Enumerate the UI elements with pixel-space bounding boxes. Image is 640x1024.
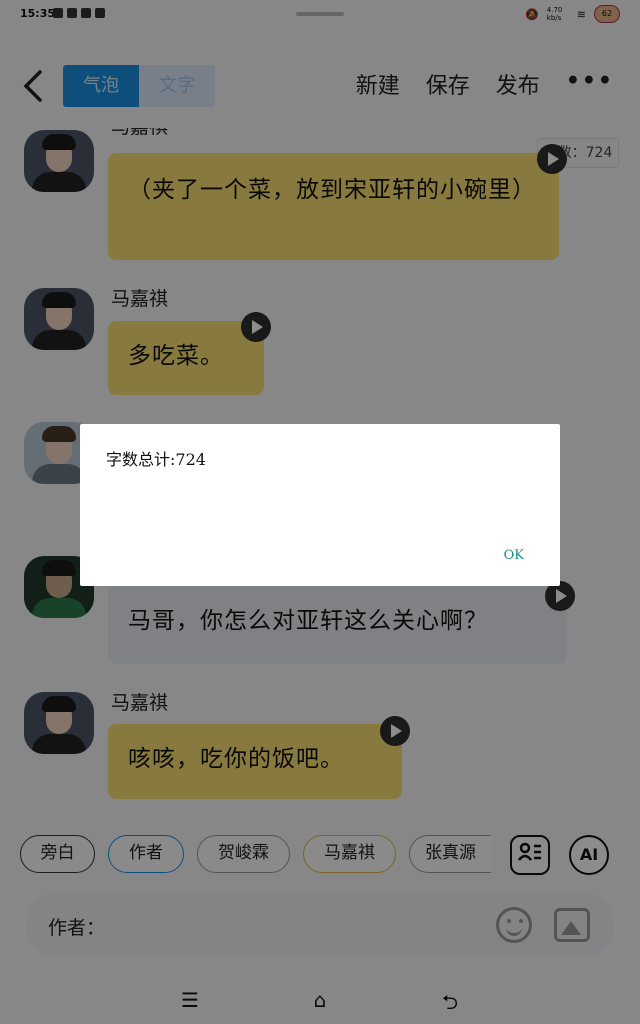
word-count-dialog: 字数总计:724 OK: [80, 424, 560, 586]
ok-button[interactable]: OK: [504, 548, 524, 563]
dialog-message: 字数总计:724: [106, 450, 206, 469]
modal-overlay[interactable]: 字数总计:724 OK: [0, 0, 640, 1024]
